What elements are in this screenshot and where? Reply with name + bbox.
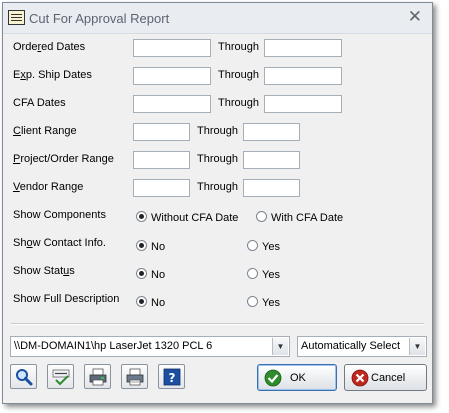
spell-check-icon (52, 369, 70, 386)
show-components-label: Show Components (13, 209, 106, 221)
cfa-dates-from-input[interactable] (133, 95, 211, 113)
project-order-range-from-input[interactable] (133, 151, 190, 169)
show-contact-info-no-radio[interactable] (136, 240, 147, 251)
paper-tray-select-value: Automatically Select (301, 340, 401, 352)
show-full-description-no-label: No (151, 297, 166, 309)
show-components-with-cfa-label: With CFA Date (271, 212, 344, 224)
client-range-label: Client Range (13, 125, 77, 137)
paper-tray-select[interactable]: Automatically Select ▼ (297, 336, 427, 357)
printer-select-value: \\DM-DOMAIN1\hp LaserJet 1320 PCL 6 (14, 340, 213, 352)
client-range-from-input[interactable] (133, 123, 190, 141)
show-status-yes-label: Yes (262, 269, 280, 281)
printer-setup-icon (126, 368, 144, 386)
printer-setup-button[interactable] (121, 364, 148, 389)
cancel-button-label: Cancel (371, 372, 406, 384)
project-order-range-label: Project/Order Range (13, 153, 114, 165)
show-contact-info-no-label: No (151, 241, 166, 253)
ordered-dates-label: Ordered Dates (13, 41, 86, 53)
exp-ship-dates-through-label: Through (218, 69, 259, 81)
chevron-down-icon[interactable]: ▼ (272, 338, 288, 355)
spell-check-button[interactable] (47, 364, 74, 389)
show-status-yes-radio[interactable] (247, 268, 258, 279)
help-button[interactable]: ? (158, 364, 185, 389)
show-components-without-cfa-radio[interactable] (136, 211, 147, 222)
client-range-through-label: Through (197, 125, 238, 137)
show-full-description-label: Show Full Description (13, 293, 120, 305)
show-status-label: Show Status (13, 265, 75, 277)
show-full-description-yes-label: Yes (262, 297, 280, 309)
show-components-without-cfa-label: Without CFA Date (151, 212, 239, 224)
dialog-window: Cut For Approval Report ✕ Ordered Dates … (2, 2, 433, 404)
show-contact-info-yes-label: Yes (262, 241, 280, 253)
vendor-range-to-input[interactable] (243, 179, 300, 197)
show-contact-info-label: Show Contact Info. (13, 237, 106, 249)
report-icon (8, 10, 25, 25)
show-status-no-radio[interactable] (136, 268, 147, 279)
window-title: Cut For Approval Report (29, 11, 170, 26)
cfa-dates-through-label: Through (218, 97, 259, 109)
ordered-dates-to-input[interactable] (264, 39, 342, 57)
project-order-range-to-input[interactable] (243, 151, 300, 169)
show-components-with-cfa-radio[interactable] (256, 211, 267, 222)
ok-button-label: OK (290, 372, 306, 384)
ok-button[interactable]: OK (257, 364, 337, 391)
close-icon[interactable]: ✕ (408, 7, 422, 27)
print-preview-button[interactable] (84, 364, 111, 389)
cfa-dates-to-input[interactable] (264, 95, 342, 113)
printer-select[interactable]: \\DM-DOMAIN1\hp LaserJet 1320 PCL 6 ▼ (10, 336, 290, 357)
svg-text:?: ? (169, 371, 176, 385)
show-status-no-label: No (151, 269, 166, 281)
vendor-range-from-input[interactable] (133, 179, 190, 197)
help-icon: ? (163, 368, 181, 386)
exp-ship-dates-label: Exp. Ship Dates (13, 69, 92, 81)
search-button[interactable] (10, 364, 37, 389)
client-range-to-input[interactable] (243, 123, 300, 141)
search-icon (16, 369, 33, 386)
show-full-description-yes-radio[interactable] (247, 296, 258, 307)
title-bar: Cut For Approval Report ✕ (3, 3, 432, 34)
ok-check-icon (264, 369, 282, 387)
chevron-down-icon[interactable]: ▼ (409, 338, 425, 355)
exp-ship-dates-from-input[interactable] (133, 67, 211, 85)
project-order-range-through-label: Through (197, 153, 238, 165)
print-preview-icon (89, 368, 107, 386)
ordered-dates-from-input[interactable] (133, 39, 211, 57)
show-full-description-no-radio[interactable] (136, 296, 147, 307)
separator (11, 323, 424, 325)
vendor-range-through-label: Through (197, 181, 238, 193)
ordered-dates-through-label: Through (218, 41, 259, 53)
exp-ship-dates-to-input[interactable] (264, 67, 342, 85)
show-contact-info-yes-radio[interactable] (247, 240, 258, 251)
cancel-x-icon (351, 369, 369, 387)
cancel-button[interactable]: Cancel (344, 364, 427, 391)
cfa-dates-label: CFA Dates (13, 97, 66, 109)
vendor-range-label: Vendor Range (13, 181, 84, 193)
